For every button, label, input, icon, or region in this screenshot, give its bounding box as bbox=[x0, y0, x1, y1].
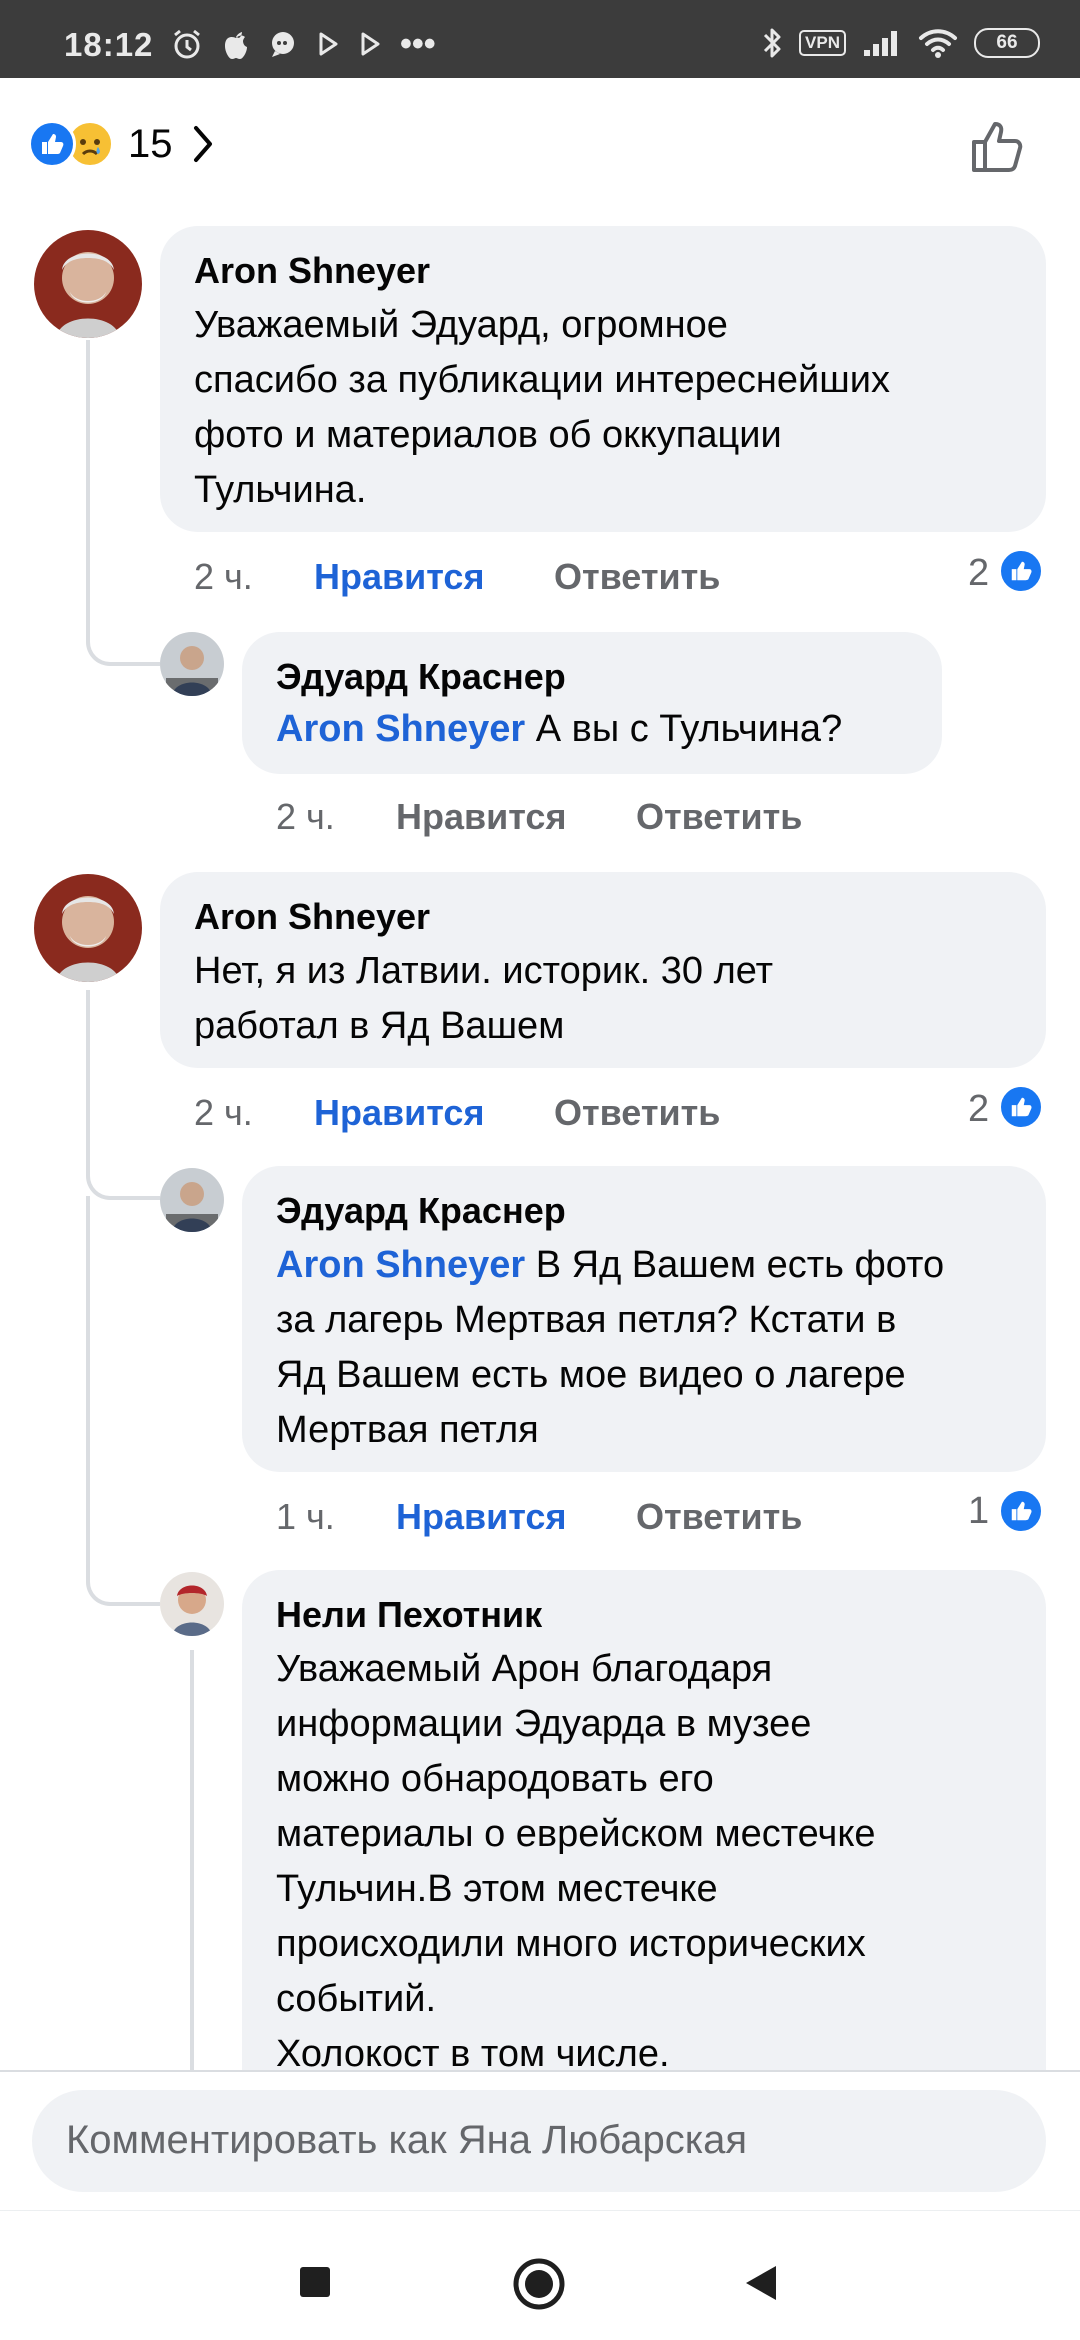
mention-link[interactable]: Aron Shneyer bbox=[276, 708, 525, 750]
recents-icon[interactable] bbox=[298, 2265, 332, 2299]
comment-author[interactable]: Нели Пехотник bbox=[276, 1594, 542, 1636]
reaction-count[interactable]: 1 bbox=[968, 1490, 989, 1533]
battery-level: 66 bbox=[996, 32, 1018, 53]
comment-text: Aron Shneyer А вы с Тульчина? bbox=[276, 702, 842, 757]
comment-time[interactable]: 2 ч. bbox=[194, 556, 253, 598]
reply-link[interactable]: Ответить bbox=[636, 796, 802, 838]
comment-author[interactable]: Aron Shneyer bbox=[194, 896, 430, 938]
comment-line: Мертвая петля bbox=[276, 1409, 539, 1451]
comment-time[interactable]: 2 ч. bbox=[276, 796, 335, 838]
battery-icon: 66 bbox=[974, 28, 1040, 58]
comment-line: работал в Яд Вашем bbox=[194, 1005, 565, 1047]
vpn-badge: VPN bbox=[799, 30, 846, 56]
reaction-count[interactable]: 15 bbox=[128, 122, 173, 167]
signal-icon bbox=[864, 31, 897, 56]
avatar[interactable] bbox=[34, 874, 142, 982]
like-link[interactable]: Нравится bbox=[396, 1496, 566, 1538]
comment-line: материалы о еврейском местечке bbox=[276, 1813, 876, 1855]
reply-link[interactable]: Ответить bbox=[554, 556, 720, 598]
status-system-icons: VPN 66 bbox=[761, 26, 1040, 60]
comment-author[interactable]: Aron Shneyer bbox=[194, 250, 430, 292]
comment-time[interactable]: 2 ч. bbox=[194, 1092, 253, 1134]
thread-line bbox=[190, 1650, 194, 2070]
mention-link[interactable]: Aron Shneyer bbox=[276, 1244, 525, 1286]
comment-line: спасибо за публикации интереснейших bbox=[194, 359, 890, 401]
thread-line bbox=[86, 340, 160, 666]
like-link[interactable]: Нравится bbox=[314, 556, 484, 598]
comment-line: можно обнародовать его bbox=[276, 1758, 714, 1800]
comment-author[interactable]: Эдуард Краснер bbox=[276, 1190, 566, 1232]
avatar[interactable] bbox=[160, 632, 224, 696]
comment-line: В Яд Вашем есть фото bbox=[535, 1244, 945, 1286]
comment-line: за лагерь Мертвая петля? Кстати в bbox=[276, 1299, 897, 1341]
bluetooth-icon bbox=[763, 28, 781, 58]
reaction-icons[interactable] bbox=[28, 120, 114, 168]
comment-line: происходили много исторических bbox=[276, 1923, 866, 1965]
comment-line: А вы с Тульчина? bbox=[535, 708, 843, 750]
thread-line bbox=[86, 990, 160, 1200]
comment-line: Яд Вашем есть мое видео о лагере bbox=[276, 1354, 906, 1396]
avatar[interactable] bbox=[160, 1168, 224, 1232]
back-icon[interactable] bbox=[742, 2263, 780, 2303]
status-bar: 18:12 ••• VPN 66 bbox=[0, 0, 1080, 78]
comment-line: событий. bbox=[276, 1978, 437, 2020]
like-link[interactable]: Нравится bbox=[314, 1092, 484, 1134]
status-notification-icons: ••• bbox=[170, 25, 436, 63]
like-icon bbox=[28, 120, 76, 168]
thread-line bbox=[86, 1196, 160, 1606]
comment-line: фото и материалов об оккупации bbox=[194, 414, 782, 456]
comment-line: Тульчин.В этом местечке bbox=[276, 1868, 718, 1910]
comment-input-placeholder[interactable]: Комментировать как Яна Любарская bbox=[66, 2118, 747, 2163]
comment-line: информации Эдуарда в музее bbox=[276, 1703, 812, 1745]
comment-line: Уважаемый Арон благодаря bbox=[276, 1648, 773, 1690]
like-reaction-icon[interactable] bbox=[998, 548, 1044, 594]
play-icon bbox=[319, 32, 338, 56]
like-reaction-icon[interactable] bbox=[998, 1488, 1044, 1534]
avatar[interactable] bbox=[160, 1572, 224, 1636]
like-button-icon[interactable] bbox=[968, 116, 1028, 176]
home-icon[interactable] bbox=[512, 2257, 566, 2311]
android-nav-bar bbox=[0, 2210, 1080, 2340]
comment-time[interactable]: 1 ч. bbox=[276, 1496, 335, 1538]
comment-line: Уважаемый Эдуард, огромное bbox=[194, 304, 728, 346]
comment-line: Нет, я из Латвии. историк. 30 лет bbox=[194, 950, 774, 992]
like-reaction-icon[interactable] bbox=[998, 1084, 1044, 1130]
reaction-count[interactable]: 2 bbox=[968, 552, 989, 595]
status-time: 18:12 bbox=[64, 26, 154, 63]
reply-link[interactable]: Ответить bbox=[554, 1092, 720, 1134]
more-notifications-icon: ••• bbox=[400, 25, 436, 63]
play-icon-2 bbox=[361, 32, 380, 56]
wifi-icon bbox=[919, 29, 957, 58]
chevron-right-icon[interactable] bbox=[190, 122, 218, 166]
chat-icon bbox=[272, 32, 294, 57]
comment-text: Нет, я из Латвии. историк. 30 лет работа… bbox=[194, 944, 1034, 1054]
comment-line: Тульчина. bbox=[194, 469, 367, 511]
comment-text: Aron Shneyer В Яд Вашем есть фото за лаг… bbox=[276, 1238, 1036, 1458]
comment-text: Уважаемый Эдуард, огромное спасибо за пу… bbox=[194, 298, 1034, 518]
avatar[interactable] bbox=[34, 230, 142, 338]
comment-text: Уважаемый Арон благодаря информации Эдуа… bbox=[276, 1642, 1036, 2082]
reply-link[interactable]: Ответить bbox=[636, 1496, 802, 1538]
comment-author[interactable]: Эдуард Краснер bbox=[276, 656, 566, 698]
reaction-count[interactable]: 2 bbox=[968, 1088, 989, 1131]
comment-first-line: Aron Shneyer В Яд Вашем есть фото bbox=[276, 1238, 1036, 1293]
like-link[interactable]: Нравится bbox=[396, 796, 566, 838]
apple-icon bbox=[225, 32, 247, 59]
alarm-icon bbox=[174, 29, 200, 59]
